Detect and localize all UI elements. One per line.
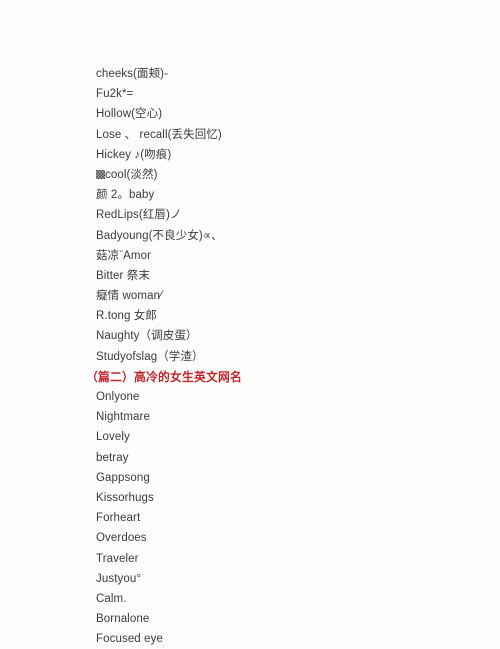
list-item: Badyoung(不良少女)∝、 [96,229,223,242]
list-item: R.tong 女郎 [96,310,157,323]
list-item: 癡情 woman⁄ [96,290,163,303]
list-item: Calm. [96,592,127,605]
list-item: Gappsong [96,471,150,484]
list-item: Overdoes [96,532,147,545]
list-item: Hickey ♪(吻痕) [96,148,172,161]
list-item: 颜 2。baby [96,189,155,202]
list-item: Fu2k*= [96,88,134,101]
list-item: Bitter 祭末 [96,269,150,282]
list-item: 菇凉ˉAmor [96,249,152,262]
list-item: Studyofslag（学渣） [96,350,204,363]
list-item-clipped: Focused eye [96,633,163,646]
list-item: Kissorhugs [96,491,154,504]
list-item: Naughty（调皮蛋） [96,330,198,343]
list-item: RedLips(红唇)ノ [96,209,182,222]
list-item: Justyou° [96,572,142,585]
list-item: Nightmare [96,411,150,424]
list-item: betray [96,451,129,464]
list-item: Forheart [96,512,141,525]
document-content: cheeks(面颊)- Fu2k*= Hollow(空心) Lose 、 rec… [0,64,500,649]
list-item: Lose 、 recall(丢失回忆) [96,128,222,141]
list-item: Bornalone [96,613,150,626]
list-item: Onlyone [96,391,140,403]
list-item-with-missing-glyph: cool(淡然) [96,165,476,185]
section-heading-two: （篇二）高冷的女生英文网名 [86,369,242,384]
list-item: Lovely [96,431,130,444]
list-item: Hollow(空心) [96,108,163,121]
list-item: cheeks(面颊)- [96,68,169,80]
missing-glyph-icon [96,169,105,179]
list-item: Traveler [96,552,139,565]
list-item-label: cool(淡然) [105,168,158,181]
document-page: cheeks(面颊)- Fu2k*= Hollow(空心) Lose 、 rec… [0,0,500,645]
